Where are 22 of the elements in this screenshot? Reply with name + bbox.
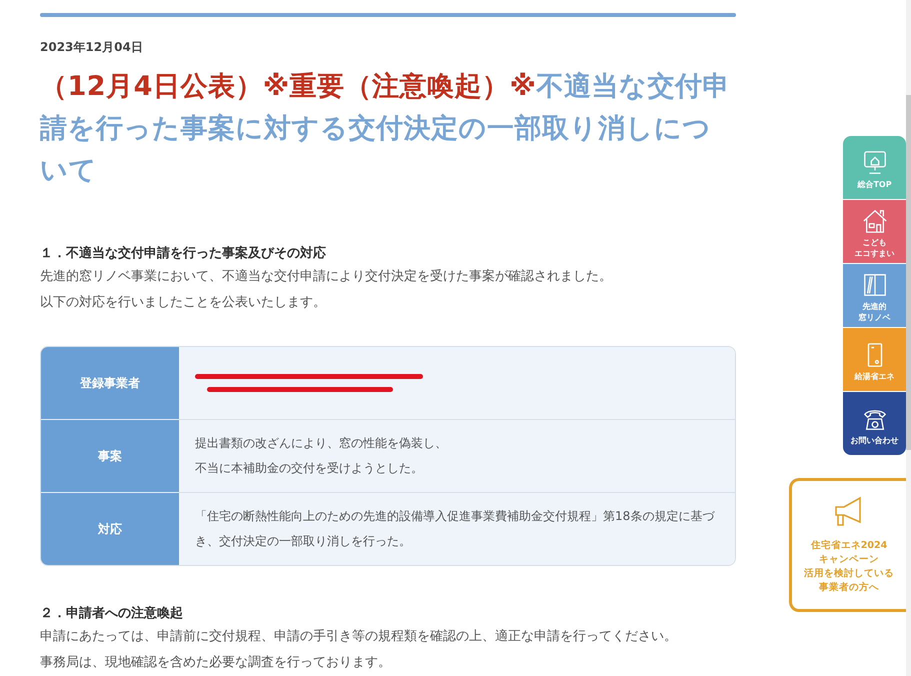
side-nav-button[interactable]: お問い合わせ (843, 392, 906, 455)
section-heading: １．不適当な交付申請を行った事案及びその対応 (40, 244, 326, 262)
table-cell: 提出書類の改ざんにより、窓の性能を偽装し、 不当に本補助金の交付を受けようとした。 (179, 420, 735, 493)
paragraph: 申請にあたっては、申請前に交付規程、申請の手引き等の規程類を確認の上、適正な申請を行ってください。 (40, 628, 677, 646)
table-header-cell: 対応 (41, 493, 179, 565)
side-nav-button[interactable]: 給湯省エネ (843, 328, 906, 391)
article-title: （12月4日公表）※重要（注意喚起）※不適当な交付申請を行った事案に対する交付決定の一部取り消しについて (40, 70, 731, 188)
table-header-cell: 登録事業者 (41, 347, 179, 420)
section-heading: ２．申請者への注意喚起 (40, 604, 183, 622)
paragraph: 先進的窓リノベ事業において、不適当な交付申請により交付決定を受けた事案が確認されました。 (40, 268, 612, 286)
table-header-cell: 事案 (41, 420, 179, 493)
side-nav-button[interactable]: 先進的 窓リノベ (843, 264, 906, 327)
table-cell: 「住宅の断熱性能向上のための先進的設備導入促進事業費補助金交付規程」第18条の規定に基づき、交付決定の一部取り消しを行った。 (179, 493, 735, 565)
house-icon (862, 208, 888, 234)
side-nav-button[interactable]: 総合TOP (843, 136, 906, 199)
paragraph: 以下の対応を行いましたことを公表いたします。 (40, 294, 326, 312)
paragraph: 事務局は、現地確認を含めた必要な調査を行っております。 (40, 654, 391, 672)
monitor-icon (862, 150, 888, 176)
campaign-banner[interactable]: 住宅省エネ2024 キャンペーン 活用を検討している 事業者の方へ (789, 478, 906, 612)
side-nav-button[interactable]: こども エコすまい (843, 200, 906, 263)
post-date: 2023年12月04日 (40, 39, 143, 56)
window-icon (862, 272, 888, 298)
